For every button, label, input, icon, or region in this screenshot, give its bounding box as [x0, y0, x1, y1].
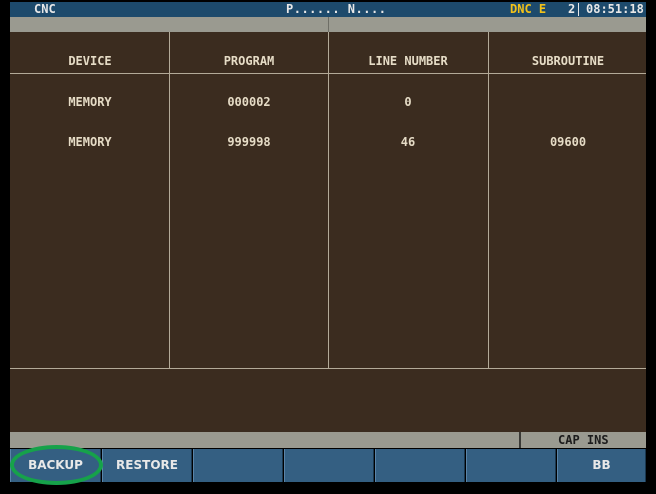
row2-program: 999998 [227, 135, 271, 149]
cnc-screen: CNC P...... N.... DNC E 2 08:51:18 DEVIC… [0, 0, 656, 494]
header-subroutine: SUBROUTINE [531, 54, 605, 68]
bb-softkey[interactable]: BB [557, 449, 646, 482]
status-bar: CAP INS [10, 432, 646, 448]
softkey-bar: BACKUP RESTORE BB [10, 449, 646, 482]
status-divider [519, 432, 521, 448]
table-bottom-divider [10, 368, 646, 369]
row1-device: MEMORY [68, 95, 112, 109]
mode-number: 2 [568, 2, 576, 16]
clock: 08:51:18 [586, 2, 644, 16]
backup-softkey[interactable]: BACKUP [10, 449, 101, 482]
row2-line-number: 46 [400, 135, 416, 149]
program-sequence-indicator: P...... N.... [286, 2, 387, 16]
app-name: CNC [34, 2, 56, 16]
row1-program: 000002 [227, 95, 271, 109]
program-table: DEVICE PROGRAM LINE NUMBER SUBROUTINE ME… [10, 32, 646, 432]
row1-line-number: 0 [404, 95, 412, 109]
input-mode-indicator: CAP INS [558, 433, 609, 447]
message-bar-divider [328, 17, 329, 32]
header-line-number: LINE NUMBER [368, 54, 448, 68]
title-divider [578, 3, 579, 16]
mode-indicator: DNC E [510, 2, 547, 16]
header-divider [10, 73, 646, 74]
row2-subroutine: 09600 [549, 135, 587, 149]
softkey-3[interactable] [193, 449, 283, 482]
title-bar: CNC P...... N.... DNC E 2 08:51:18 [10, 2, 646, 17]
column-divider [169, 32, 170, 368]
header-program: PROGRAM [223, 54, 275, 68]
softkey-4[interactable] [284, 449, 374, 482]
softkey-5[interactable] [375, 449, 465, 482]
column-divider [488, 32, 489, 368]
softkey-6[interactable] [466, 449, 556, 482]
message-bar [10, 17, 646, 32]
header-device: DEVICE [68, 54, 112, 68]
column-divider [328, 32, 329, 368]
row2-device: MEMORY [68, 135, 112, 149]
restore-softkey[interactable]: RESTORE [102, 449, 192, 482]
